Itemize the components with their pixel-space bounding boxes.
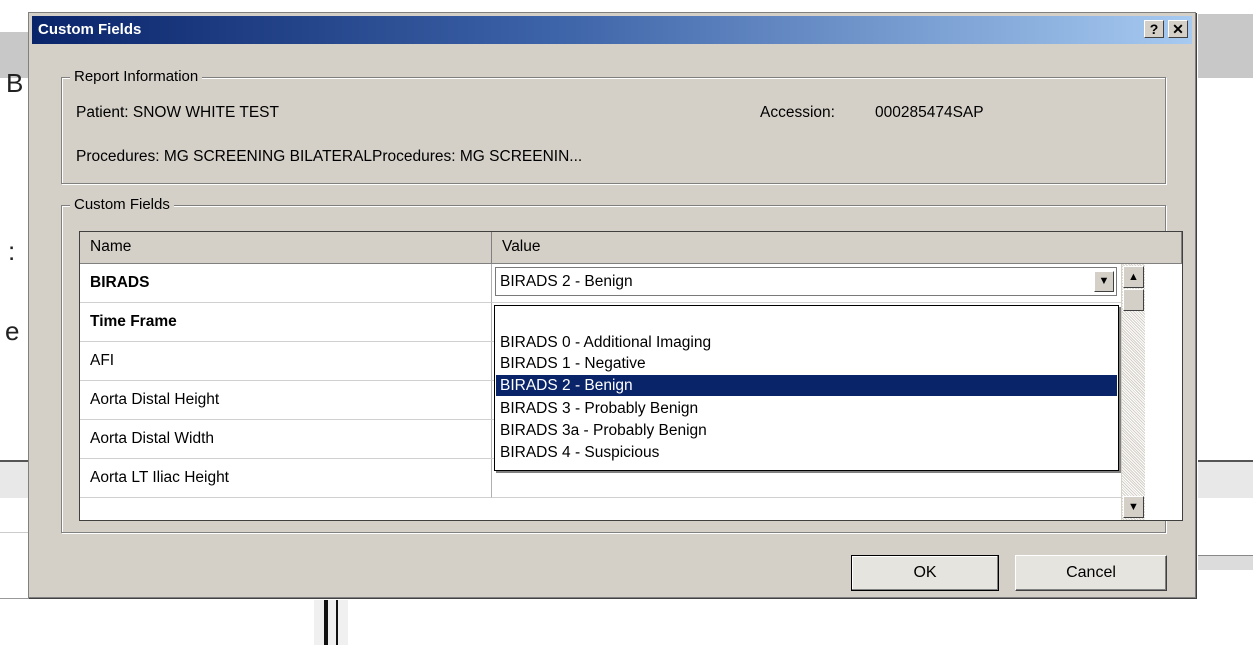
column-header-name[interactable]: Name [80, 232, 492, 264]
dialog-title: Custom Fields [38, 21, 142, 38]
dropdown-option-selected[interactable]: BIRADS 2 - Benign [496, 375, 1117, 396]
background-splitter[interactable] [314, 600, 348, 645]
close-button[interactable]: ✕ [1168, 20, 1188, 38]
procedures-label: Procedures: MG SCREENING BILATERALProced… [76, 148, 583, 165]
dropdown-option[interactable]: BIRADS 1 - Negative [496, 353, 1117, 374]
grid-vertical-scrollbar[interactable]: ▲ ▼ [1121, 264, 1145, 520]
custom-fields-legend: Custom Fields [70, 196, 174, 213]
birads-combobox-value: BIRADS 2 - Benign [500, 273, 633, 290]
arrow-up-icon[interactable]: ▲ [1123, 266, 1144, 288]
close-icon: ✕ [1172, 21, 1184, 37]
table-row[interactable]: BIRADS [80, 264, 492, 303]
chevron-down-icon[interactable]: ▼ [1094, 271, 1114, 292]
dropdown-option-blank[interactable] [496, 311, 1117, 332]
ok-button[interactable]: OK [851, 555, 999, 591]
background-text: e [5, 316, 20, 346]
report-information-group: Report Information Patient: SNOW WHITE T… [61, 68, 1166, 184]
scrollbar-thumb[interactable] [1123, 289, 1144, 311]
title-bar[interactable]: Custom Fields ? ✕ [32, 16, 1192, 44]
help-button[interactable]: ? [1144, 20, 1164, 38]
dropdown-option[interactable]: BIRADS 0 - Additional Imaging [496, 332, 1117, 353]
table-row[interactable]: Time Frame [80, 303, 492, 342]
birads-dropdown-list[interactable]: BIRADS 0 - Additional Imaging BIRADS 1 -… [494, 305, 1119, 471]
table-row[interactable]: Aorta LT Iliac Height [80, 459, 492, 498]
birads-combobox[interactable]: BIRADS 2 - Benign ▼ [495, 267, 1117, 296]
patient-label: Patient: SNOW WHITE TEST [76, 104, 279, 121]
accession-label: Accession: [760, 104, 835, 121]
table-row[interactable]: Aorta Distal Width [80, 420, 492, 459]
column-header-value[interactable]: Value [492, 232, 1182, 264]
table-row[interactable]: AFI [80, 342, 492, 381]
dropdown-option[interactable]: BIRADS 4 - Suspicious [496, 442, 1117, 463]
background-text: : [8, 236, 16, 266]
background-text: B [6, 68, 24, 98]
dropdown-option[interactable]: BIRADS 3a - Probably Benign [496, 420, 1117, 441]
arrow-down-icon[interactable]: ▼ [1123, 496, 1144, 518]
report-information-legend: Report Information [70, 68, 203, 85]
accession-value: 000285474SAP [875, 104, 984, 121]
background-toolbar-right [1198, 460, 1253, 498]
background-row [1198, 555, 1253, 570]
dropdown-option[interactable]: BIRADS 3 - Probably Benign [496, 398, 1117, 419]
cancel-button[interactable]: Cancel [1015, 555, 1167, 591]
background-divider [0, 598, 36, 599]
table-row[interactable]: Aorta Distal Height [80, 381, 492, 420]
background-panel-right [1198, 14, 1253, 78]
